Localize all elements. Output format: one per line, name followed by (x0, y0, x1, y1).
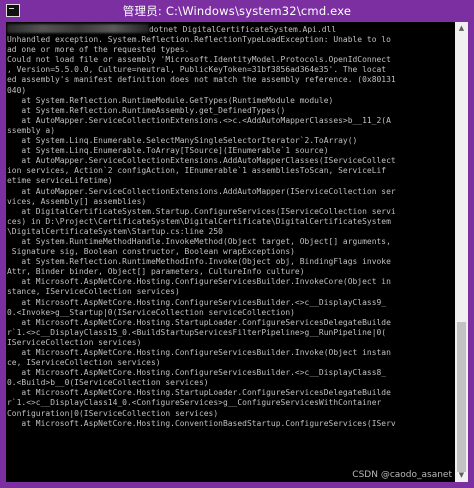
watermark-text: CSDN @caodo_asanet (352, 470, 452, 480)
scroll-up-icon[interactable]: ▲ (455, 22, 468, 35)
prompt-command: dotnet DigitalCertificateSystem.Api.dll (149, 25, 337, 34)
exception-output: Unhandled exception. System.Reflection.R… (7, 35, 396, 428)
title-bar[interactable]: 管理员: C:\Windows\system32\cmd.exe (0, 0, 474, 22)
console-text: dotnet DigitalCertificateSystem.Api.dll … (6, 22, 455, 429)
cmd-window: 管理员: C:\Windows\system32\cmd.exe dotnet … (0, 0, 474, 488)
console-output-area[interactable]: dotnet DigitalCertificateSystem.Api.dll … (6, 22, 455, 482)
vertical-scrollbar[interactable]: ▲ ▼ (455, 22, 468, 482)
scroll-down-icon[interactable]: ▼ (455, 469, 468, 482)
scroll-thumb[interactable] (457, 322, 466, 472)
redacted-path (7, 24, 149, 33)
window-title: 管理员: C:\Windows\system32\cmd.exe (122, 4, 352, 18)
prompt-line: dotnet DigitalCertificateSystem.Api.dll (7, 24, 337, 34)
